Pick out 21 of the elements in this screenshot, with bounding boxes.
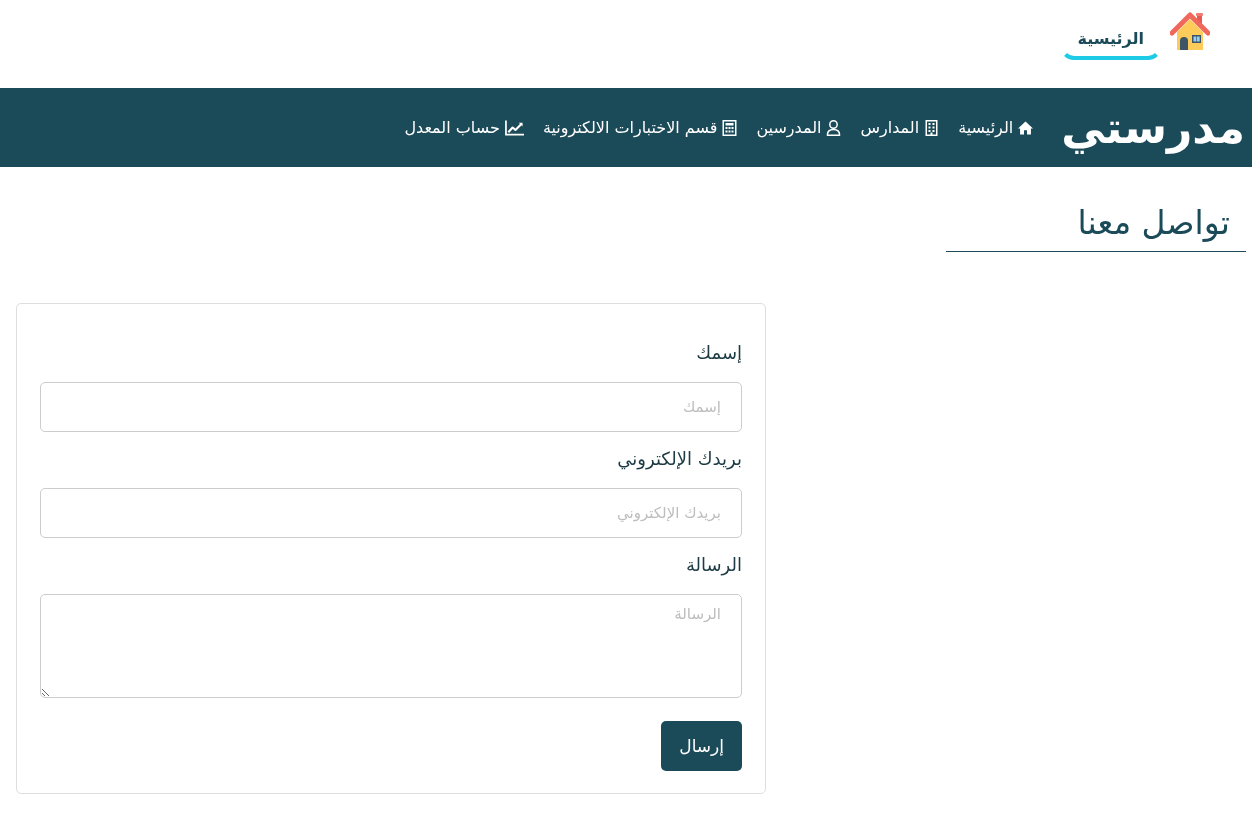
site-logo[interactable]: مدرستي <box>1061 99 1245 156</box>
nav-link[interactable]: المدرسين <box>756 117 842 138</box>
house-icon <box>1170 12 1210 52</box>
nav-link[interactable]: الرئيسية <box>958 117 1034 138</box>
send-button[interactable]: إرسال <box>661 721 742 771</box>
building-icon <box>924 119 940 136</box>
nav-link[interactable]: حساب المعدل <box>404 117 524 138</box>
page-title: تواصل معنا <box>946 200 1246 252</box>
home-icon <box>1018 119 1034 136</box>
input-field[interactable]: بريدك الإلكتروني <box>40 488 742 538</box>
user-icon <box>826 119 842 136</box>
field-label: بريدك الإلكتروني <box>616 447 742 472</box>
nav-link[interactable]: المدارس <box>860 117 940 138</box>
home-tab[interactable]: الرئيسية <box>1059 23 1162 60</box>
field-label: الرسالة <box>684 553 742 578</box>
input-field[interactable]: إسمك <box>40 382 742 432</box>
field-label: إسمك <box>695 341 742 365</box>
message-field[interactable]: الرسالة <box>40 594 742 698</box>
nav-link[interactable]: قسم الاختبارات الالكترونية <box>542 117 738 138</box>
line-chart-icon <box>504 119 524 136</box>
calculator-icon <box>722 119 738 136</box>
